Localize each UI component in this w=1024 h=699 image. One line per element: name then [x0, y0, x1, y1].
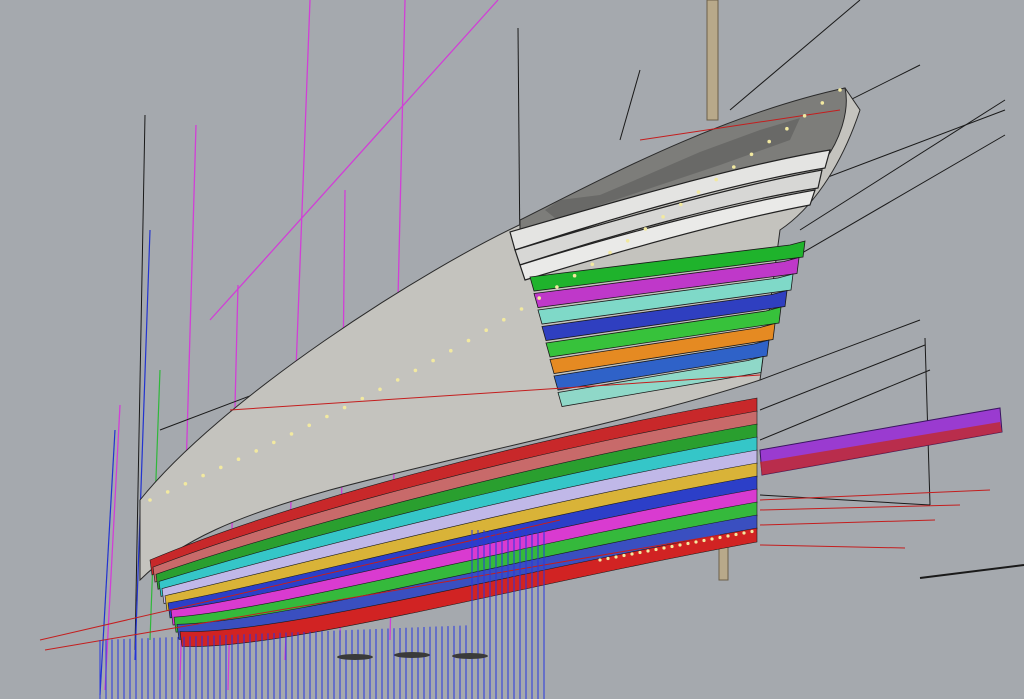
control-point: [484, 328, 489, 333]
control-point: [732, 165, 736, 169]
control-point: [502, 317, 506, 322]
control-point: [236, 457, 241, 462]
control-point: [661, 215, 665, 219]
control-point: [378, 387, 382, 392]
control-point: [749, 152, 754, 157]
control-point: [289, 432, 294, 436]
control-point: [726, 534, 730, 538]
control-point: [654, 547, 658, 552]
control-point: [307, 423, 312, 428]
control-point: [694, 540, 698, 544]
ship-hull-model[interactable]: [0, 0, 1024, 699]
control-point: [165, 490, 170, 494]
control-point: [670, 544, 674, 549]
control-point: [342, 405, 347, 410]
control-point: [183, 482, 188, 486]
control-point: [590, 262, 595, 267]
control-point: [360, 396, 365, 401]
control-point: [678, 543, 682, 547]
control-point: [608, 250, 612, 255]
control-point: [643, 227, 648, 231]
control-point: [686, 541, 690, 546]
control-point: [702, 538, 706, 543]
control-point: [254, 449, 258, 453]
control-point: [572, 273, 577, 278]
control-point: [466, 338, 471, 343]
control-point: [625, 239, 630, 243]
control-point: [272, 440, 276, 445]
control-point: [767, 139, 771, 144]
control-point: [622, 553, 626, 558]
control-point: [201, 473, 205, 478]
control-point: [710, 537, 714, 541]
control-point: [802, 114, 807, 118]
control-point: [219, 465, 223, 470]
3d-viewport[interactable]: [0, 0, 1024, 699]
control-point: [630, 552, 634, 556]
control-point: [696, 190, 701, 194]
control-point: [431, 358, 435, 363]
control-point: [598, 558, 602, 562]
control-point: [148, 498, 152, 502]
control-point: [638, 550, 642, 555]
control-point: [519, 307, 524, 311]
control-point: [679, 202, 683, 207]
control-point: [820, 101, 825, 105]
control-point: [838, 88, 842, 92]
control-point: [413, 368, 418, 373]
control-point: [614, 555, 618, 559]
control-point: [662, 546, 666, 550]
control-point: [449, 348, 453, 353]
control-point: [646, 549, 650, 553]
control-point: [555, 285, 559, 289]
control-point: [714, 177, 718, 182]
control-point: [742, 531, 746, 535]
control-point: [606, 556, 610, 561]
blue-construction-lines: [99, 229, 151, 696]
control-point: [718, 535, 722, 540]
control-point: [325, 414, 329, 419]
purple-beam: [759, 407, 1024, 579]
control-point: [785, 126, 789, 131]
control-point: [395, 378, 400, 382]
control-point: [537, 296, 541, 300]
control-point: [734, 532, 738, 537]
control-point: [750, 529, 754, 534]
